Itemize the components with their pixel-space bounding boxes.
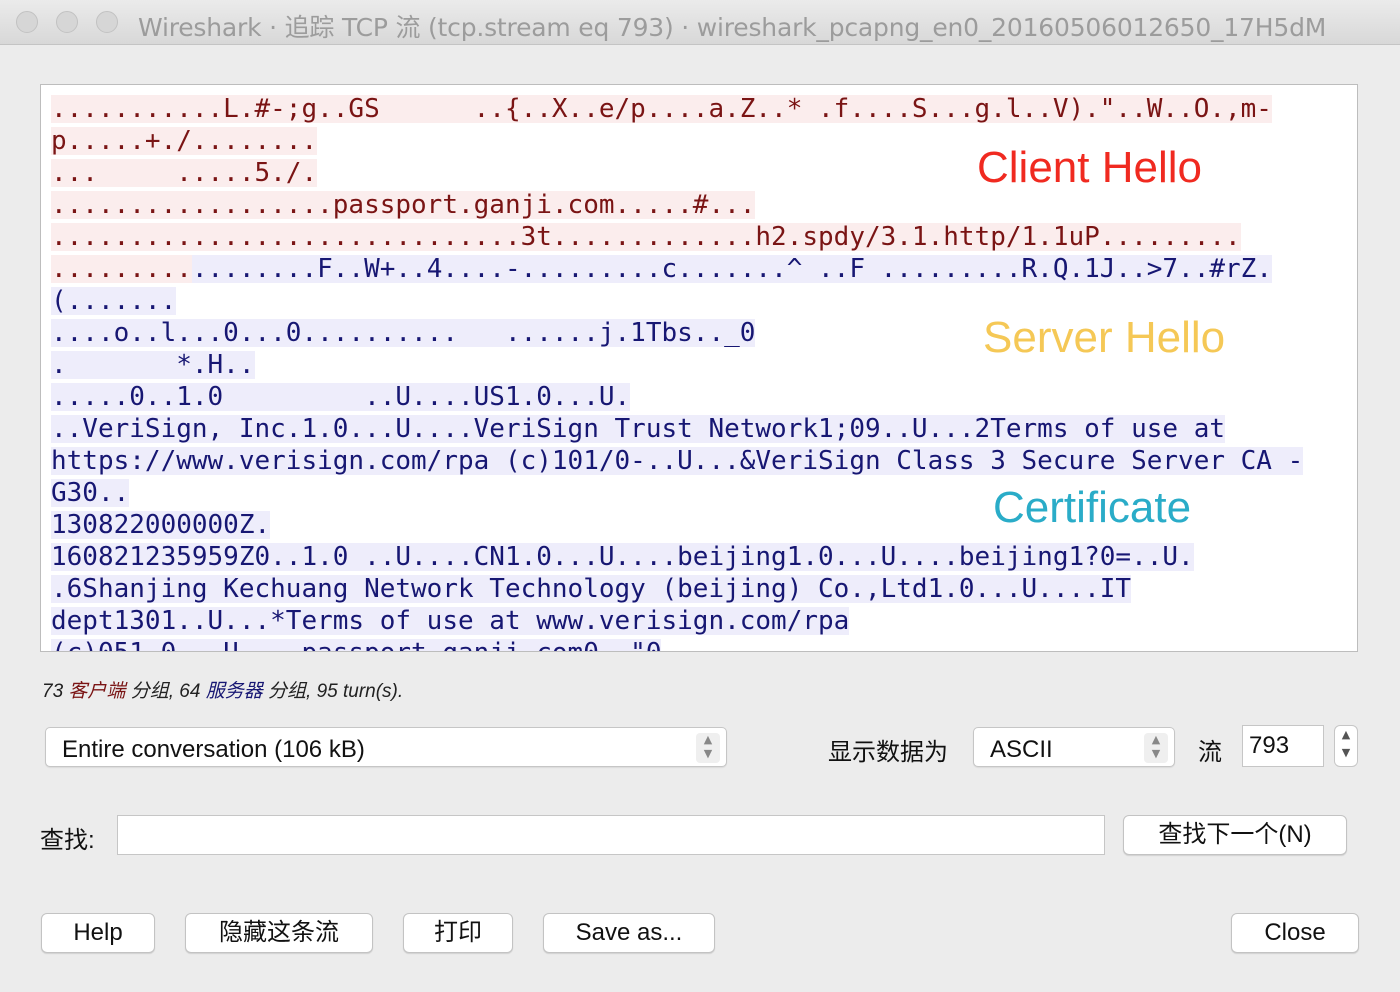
server-data-segment: ....o..l...0...0.......... ......j.1Tbs.… (51, 318, 756, 348)
stream-line: (c)051.0...U....passport.ganji.com0.."0 (51, 639, 662, 651)
stream-line: ..................passport.ganji.com....… (51, 190, 756, 220)
stream-line: . *.H.. (51, 351, 255, 379)
packets-word: 分组, (268, 681, 312, 702)
client-data-segment: ......... (51, 254, 192, 284)
stream-line: 130822000000Z. (51, 510, 271, 540)
server-data-segment: .....0..1.0 ..U....US1.0...U. (51, 382, 631, 412)
server-data-segment: ..VeriSign, Inc.1.0...U....VeriSign Trus… (51, 414, 1225, 444)
client-data-segment: ...........L.#-;g..GS ..{..X..e/p....a.Z… (51, 94, 1272, 124)
server-data-segment: https://www.verisign.com/rpa (c)101/0-..… (51, 446, 1304, 476)
stream-line: https://www.verisign.com/rpa (c)101/0-..… (51, 446, 1304, 476)
stream-line: .....0..1.0 ..U....US1.0...U. (51, 382, 631, 412)
server-data-segment: 160821235959Z0..1.0 ..U....CN1.0...U....… (51, 542, 1194, 572)
close-window-button[interactable] (16, 11, 38, 33)
find-label: 查找: (40, 827, 95, 854)
help-button[interactable]: Help (41, 913, 155, 953)
stream-line: .................F..W+..4....-.........c… (51, 255, 1272, 283)
stream-line: ...........L.#-;g..GS ..{..X..e/p....a.Z… (51, 95, 1272, 123)
server-hello-annotation: Server Hello (983, 313, 1226, 362)
server-data-segment: G30.. (51, 478, 130, 508)
server-data-segment: .6Shanjing Kechuang Network Technology (… (51, 574, 1132, 604)
show-data-as-select[interactable]: ASCII ▲ ▼ (973, 727, 1175, 767)
stream-line: ..VeriSign, Inc.1.0...U....VeriSign Trus… (51, 415, 1225, 443)
show-data-as-label: 显示数据为 (828, 739, 948, 766)
stepper-down-icon[interactable]: ▼ (1342, 746, 1350, 759)
conversation-select[interactable]: Entire conversation (106 kB) ▲ ▼ (45, 727, 727, 767)
stream-line: ..............................3t........… (51, 223, 1241, 251)
packets-word: 分组, (130, 681, 174, 702)
certificate-annotation: Certificate (993, 483, 1192, 532)
client-label: 客户端 (68, 681, 126, 702)
client-data-segment: ... .....5./. (51, 158, 318, 188)
server-data-segment: (c)051.0...U....passport.ganji.com0.."0 (51, 639, 662, 651)
server-data-segment: (....... (51, 286, 177, 316)
client-data-segment: p.....+./........ (51, 126, 318, 156)
stream-line: p.....+./........ (51, 126, 318, 156)
stream-content-pane[interactable]: (c)051.0...U....passport.ganji.com0.."0 d… (40, 84, 1358, 652)
stream-line: 160821235959Z0..1.0 ..U....CN1.0...U....… (51, 543, 1194, 571)
stream-line: .6Shanjing Kechuang Network Technology (… (51, 574, 1132, 604)
select-arrows-icon: ▲ ▼ (696, 733, 720, 763)
packet-summary: 73 客户端 分组, 64 服务器 分组, 95 turn(s). (42, 676, 403, 703)
stream-number-field[interactable]: 793 (1242, 725, 1324, 767)
server-label: 服务器 (205, 681, 263, 702)
save-as-button[interactable]: Save as... (543, 913, 715, 953)
stream-line: (....... (51, 286, 177, 316)
stream-stepper[interactable]: ▲ ▼ (1334, 725, 1358, 767)
client-data-segment: ..............................3t........… (51, 222, 1241, 252)
server-data-segment: dept1301..U...*Terms of use at www.veris… (51, 606, 850, 636)
print-button[interactable]: 打印 (403, 913, 513, 953)
window-title: Wireshark · 追踪 TCP 流 (tcp.stream eq 793)… (138, 13, 1327, 42)
select-arrows-icon: ▲ ▼ (1144, 733, 1168, 763)
client-data-segment: ..................passport.ganji.com....… (51, 190, 756, 220)
zoom-window-button[interactable] (96, 11, 118, 33)
stream-label: 流 (1198, 739, 1222, 766)
turn-count: 95 turn(s). (316, 681, 404, 702)
conversation-select-value: Entire conversation (106 kB) (62, 736, 365, 763)
server-data-segment: ........F..W+..4....-.........c.......^ … (191, 254, 1272, 284)
client-packet-count: 73 (42, 681, 64, 702)
server-data-segment: 130822000000Z. (51, 510, 271, 540)
stepper-up-icon[interactable]: ▲ (1342, 728, 1350, 741)
find-input[interactable] (117, 815, 1105, 855)
stream-number-value: 793 (1249, 732, 1290, 759)
stream-line: G30.. (51, 478, 130, 508)
minimize-window-button[interactable] (56, 11, 78, 33)
stream-line: ... .....5./. (51, 158, 318, 188)
find-next-button[interactable]: 查找下一个(N) (1123, 815, 1347, 855)
client-hello-annotation: Client Hello (977, 143, 1202, 192)
server-data-segment: . *.H.. (51, 350, 255, 380)
hide-stream-button[interactable]: 隐藏这条流 (185, 913, 373, 953)
title-bar: Wireshark · 追踪 TCP 流 (tcp.stream eq 793)… (0, 0, 1400, 45)
stream-line: ....o..l...0...0.......... ......j.1Tbs.… (51, 318, 756, 348)
close-button[interactable]: Close (1231, 913, 1359, 953)
server-packet-count: 64 (179, 681, 201, 702)
stream-line: dept1301..U...*Terms of use at www.veris… (51, 606, 850, 636)
show-data-as-value: ASCII (990, 736, 1053, 763)
